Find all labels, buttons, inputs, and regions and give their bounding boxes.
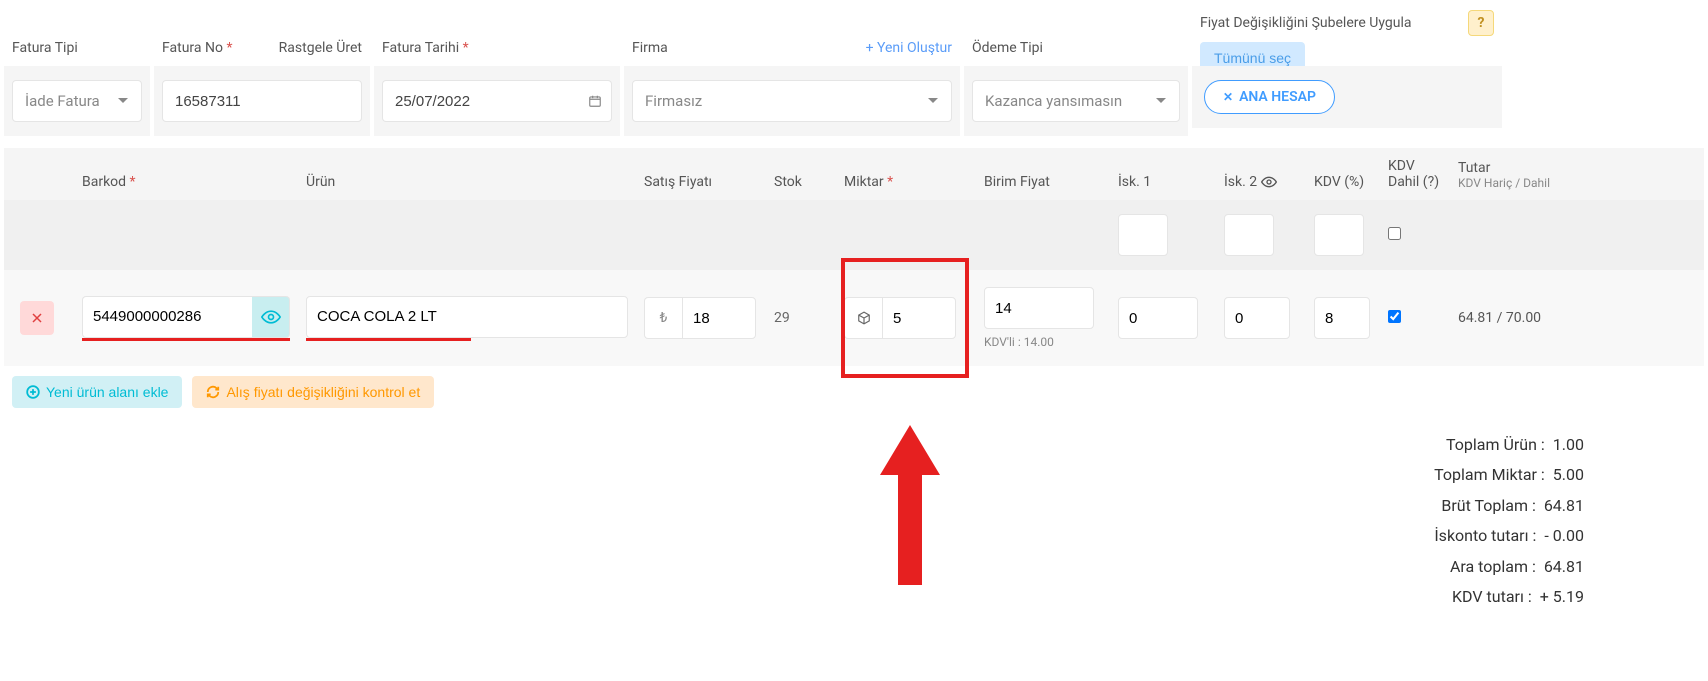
eye-icon [1261,174,1277,190]
barcode-input[interactable] [82,296,252,338]
kdv-dahil-checkbox[interactable] [1388,310,1401,323]
row-total: 64.81 / 70.00 [1450,310,1570,326]
fatura-tipi-select[interactable]: İade Fatura [12,80,142,122]
product-name-input[interactable] [306,296,628,338]
kdv-input[interactable] [1314,297,1370,339]
table-row: ₺ 29 KDV'li : 14.00 64.81 / 70.00 [4,270,1704,366]
close-icon[interactable]: ✕ [1223,90,1233,104]
check-price-change-button[interactable]: Alış fiyatı değişikliğini kontrol et [192,376,434,408]
delete-row-button[interactable] [20,301,54,335]
annotation-underline [306,338,471,341]
invoice-form-row: Fatura Tipi İade Fatura Fatura No * Rast… [4,4,1704,136]
filter-kdv-dahil-checkbox[interactable] [1388,227,1401,240]
table-actions: Yeni ürün alanı ekle Alış fiyatı değişik… [4,366,1704,418]
items-table: Barkod * Ürün Satış Fiyatı Stok Miktar *… [4,148,1704,612]
totals-panel: Toplam Ürün :1.00 Toplam Miktar :5.00 Br… [4,430,1704,612]
unit-price-input[interactable] [984,287,1094,329]
annotation-underline [82,338,290,341]
label-fatura-no: Fatura No [162,40,223,56]
fatura-tarihi-input[interactable] [382,80,578,122]
view-product-button[interactable] [252,296,290,338]
filter-isk2-input[interactable] [1224,214,1274,256]
label-fatura-tipi: Fatura Tipi [4,4,150,66]
label-fatura-tarihi: Fatura Tarihi [382,40,459,56]
isk2-input[interactable] [1224,297,1290,339]
filter-isk1-input[interactable] [1118,214,1168,256]
label-firma: Firma [632,40,668,56]
stock-value: 29 [766,310,836,326]
box-icon [844,297,882,339]
quantity-input[interactable] [882,297,956,339]
calendar-icon[interactable] [578,80,612,122]
kdvli-text: KDV'li : 14.00 [984,335,1102,349]
rastgele-uret-link[interactable]: Rastgele Üret [279,40,362,56]
filter-kdv-input[interactable] [1314,214,1364,256]
isk1-input[interactable] [1118,297,1198,339]
label-odeme-tipi: Ödeme Tipi [964,4,1188,66]
label-fiyat-degisikligi: Fiyat Değişikliğini Şubelere Uygula [1200,15,1411,31]
help-button[interactable]: ? [1468,10,1494,36]
firma-select[interactable]: Firmasız [632,80,952,122]
fatura-no-input[interactable] [162,80,362,122]
filter-row [4,200,1704,270]
sale-price-input[interactable] [682,297,756,339]
add-product-row-button[interactable]: Yeni ürün alanı ekle [12,376,182,408]
ana-hesap-tag[interactable]: ✕ANA HESAP [1204,80,1335,114]
lira-icon: ₺ [644,297,682,339]
yeni-olustur-link[interactable]: + Yeni Oluştur [866,40,952,56]
odeme-tipi-select[interactable]: Kazanca yansımasın [972,80,1180,122]
table-header: Barkod * Ürün Satış Fiyatı Stok Miktar *… [4,148,1704,200]
